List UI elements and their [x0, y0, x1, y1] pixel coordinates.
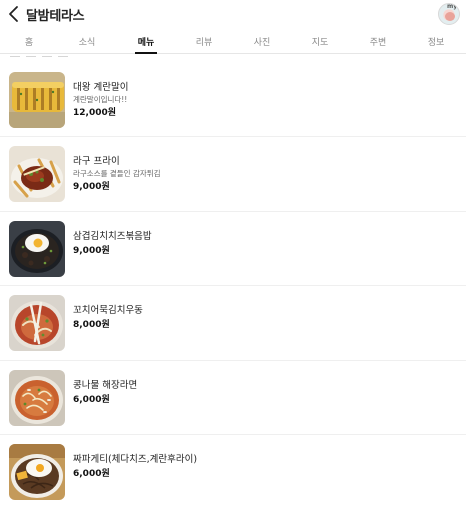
menu-item-photo: [9, 295, 65, 352]
menu-item-name: 꼬치어묵김치우동: [73, 305, 143, 317]
menu-item[interactable]: 대왕 계란말이 계란말이입니다!! 12,000원: [0, 63, 466, 138]
menu-item-photo: [9, 443, 65, 500]
tab-menu[interactable]: 메뉴: [138, 35, 155, 48]
tab-reviews[interactable]: 리뷰: [196, 35, 213, 48]
menu-item-description: 계란말이입니다!!: [73, 95, 128, 104]
menu-item[interactable]: 삼겹김치치즈볶음밥 9,000원: [0, 212, 466, 287]
back-button[interactable]: [6, 5, 22, 23]
menu-item-photo: [9, 369, 65, 426]
menu-item-price: 9,000원: [73, 182, 110, 193]
menu-item-name: 콩나물 해장라면: [73, 379, 138, 391]
tab-home[interactable]: 홈: [25, 35, 33, 48]
tab-bar: 홈 소식 메뉴 리뷰 사진 지도 주변 정보: [0, 31, 466, 54]
menu-item-photo: [9, 72, 65, 128]
menu-item-description: 라구소스를 곁들인 감자튀김: [73, 169, 161, 179]
list-top-divider: [10, 56, 90, 60]
chevron-left-icon: [6, 5, 22, 23]
menu-item-price: 6,000원: [73, 394, 110, 405]
menu-item-name: 대왕 계란말이: [73, 82, 129, 93]
avatar-icon: [445, 12, 455, 21]
menu-item-price: 6,000원: [73, 468, 110, 479]
active-tab-indicator: [135, 52, 157, 54]
menu-item-name: 라구 프라이: [73, 156, 120, 168]
tab-info[interactable]: 정보: [428, 35, 445, 48]
menu-item[interactable]: 라구 프라이 라구소스를 곁들인 감자튀김 9,000원: [0, 137, 466, 212]
menu-item-name: 짜파게티(체다치즈,계란후라이): [73, 453, 198, 465]
tab-photos[interactable]: 사진: [254, 35, 271, 48]
profile-avatar-button[interactable]: my: [438, 3, 460, 25]
tab-nearby[interactable]: 주변: [370, 35, 387, 48]
menu-list: 대왕 계란말이 계란말이입니다!! 12,000원 라구 프라이 라구소스를 곁…: [0, 63, 466, 509]
menu-item-price: 12,000원: [73, 108, 117, 118]
tab-news[interactable]: 소식: [79, 35, 96, 48]
menu-item-price: 8,000원: [73, 320, 110, 331]
menu-item-name: 삼겹김치치즈볶음밥: [73, 230, 152, 242]
menu-item[interactable]: 콩나물 해장라면 6,000원: [0, 361, 466, 435]
menu-item-photo: [9, 220, 65, 277]
menu-item-price: 9,000원: [73, 245, 110, 256]
place-menu-screen: 달밤테라스 my 홈 소식 메뉴 리뷰 사진 지도 주변 정보 대왕 계란말이 …: [0, 0, 466, 516]
menu-item-photo: [9, 146, 65, 203]
profile-tag: my: [447, 3, 458, 10]
menu-item[interactable]: 꼬치어묵김치우동 8,000원: [0, 286, 466, 361]
page-title: 달밤테라스: [26, 9, 85, 24]
header: 달밤테라스 my: [0, 0, 466, 28]
tab-map[interactable]: 지도: [312, 35, 329, 48]
menu-item[interactable]: 짜파게티(체다치즈,계란후라이) 6,000원: [0, 435, 466, 509]
